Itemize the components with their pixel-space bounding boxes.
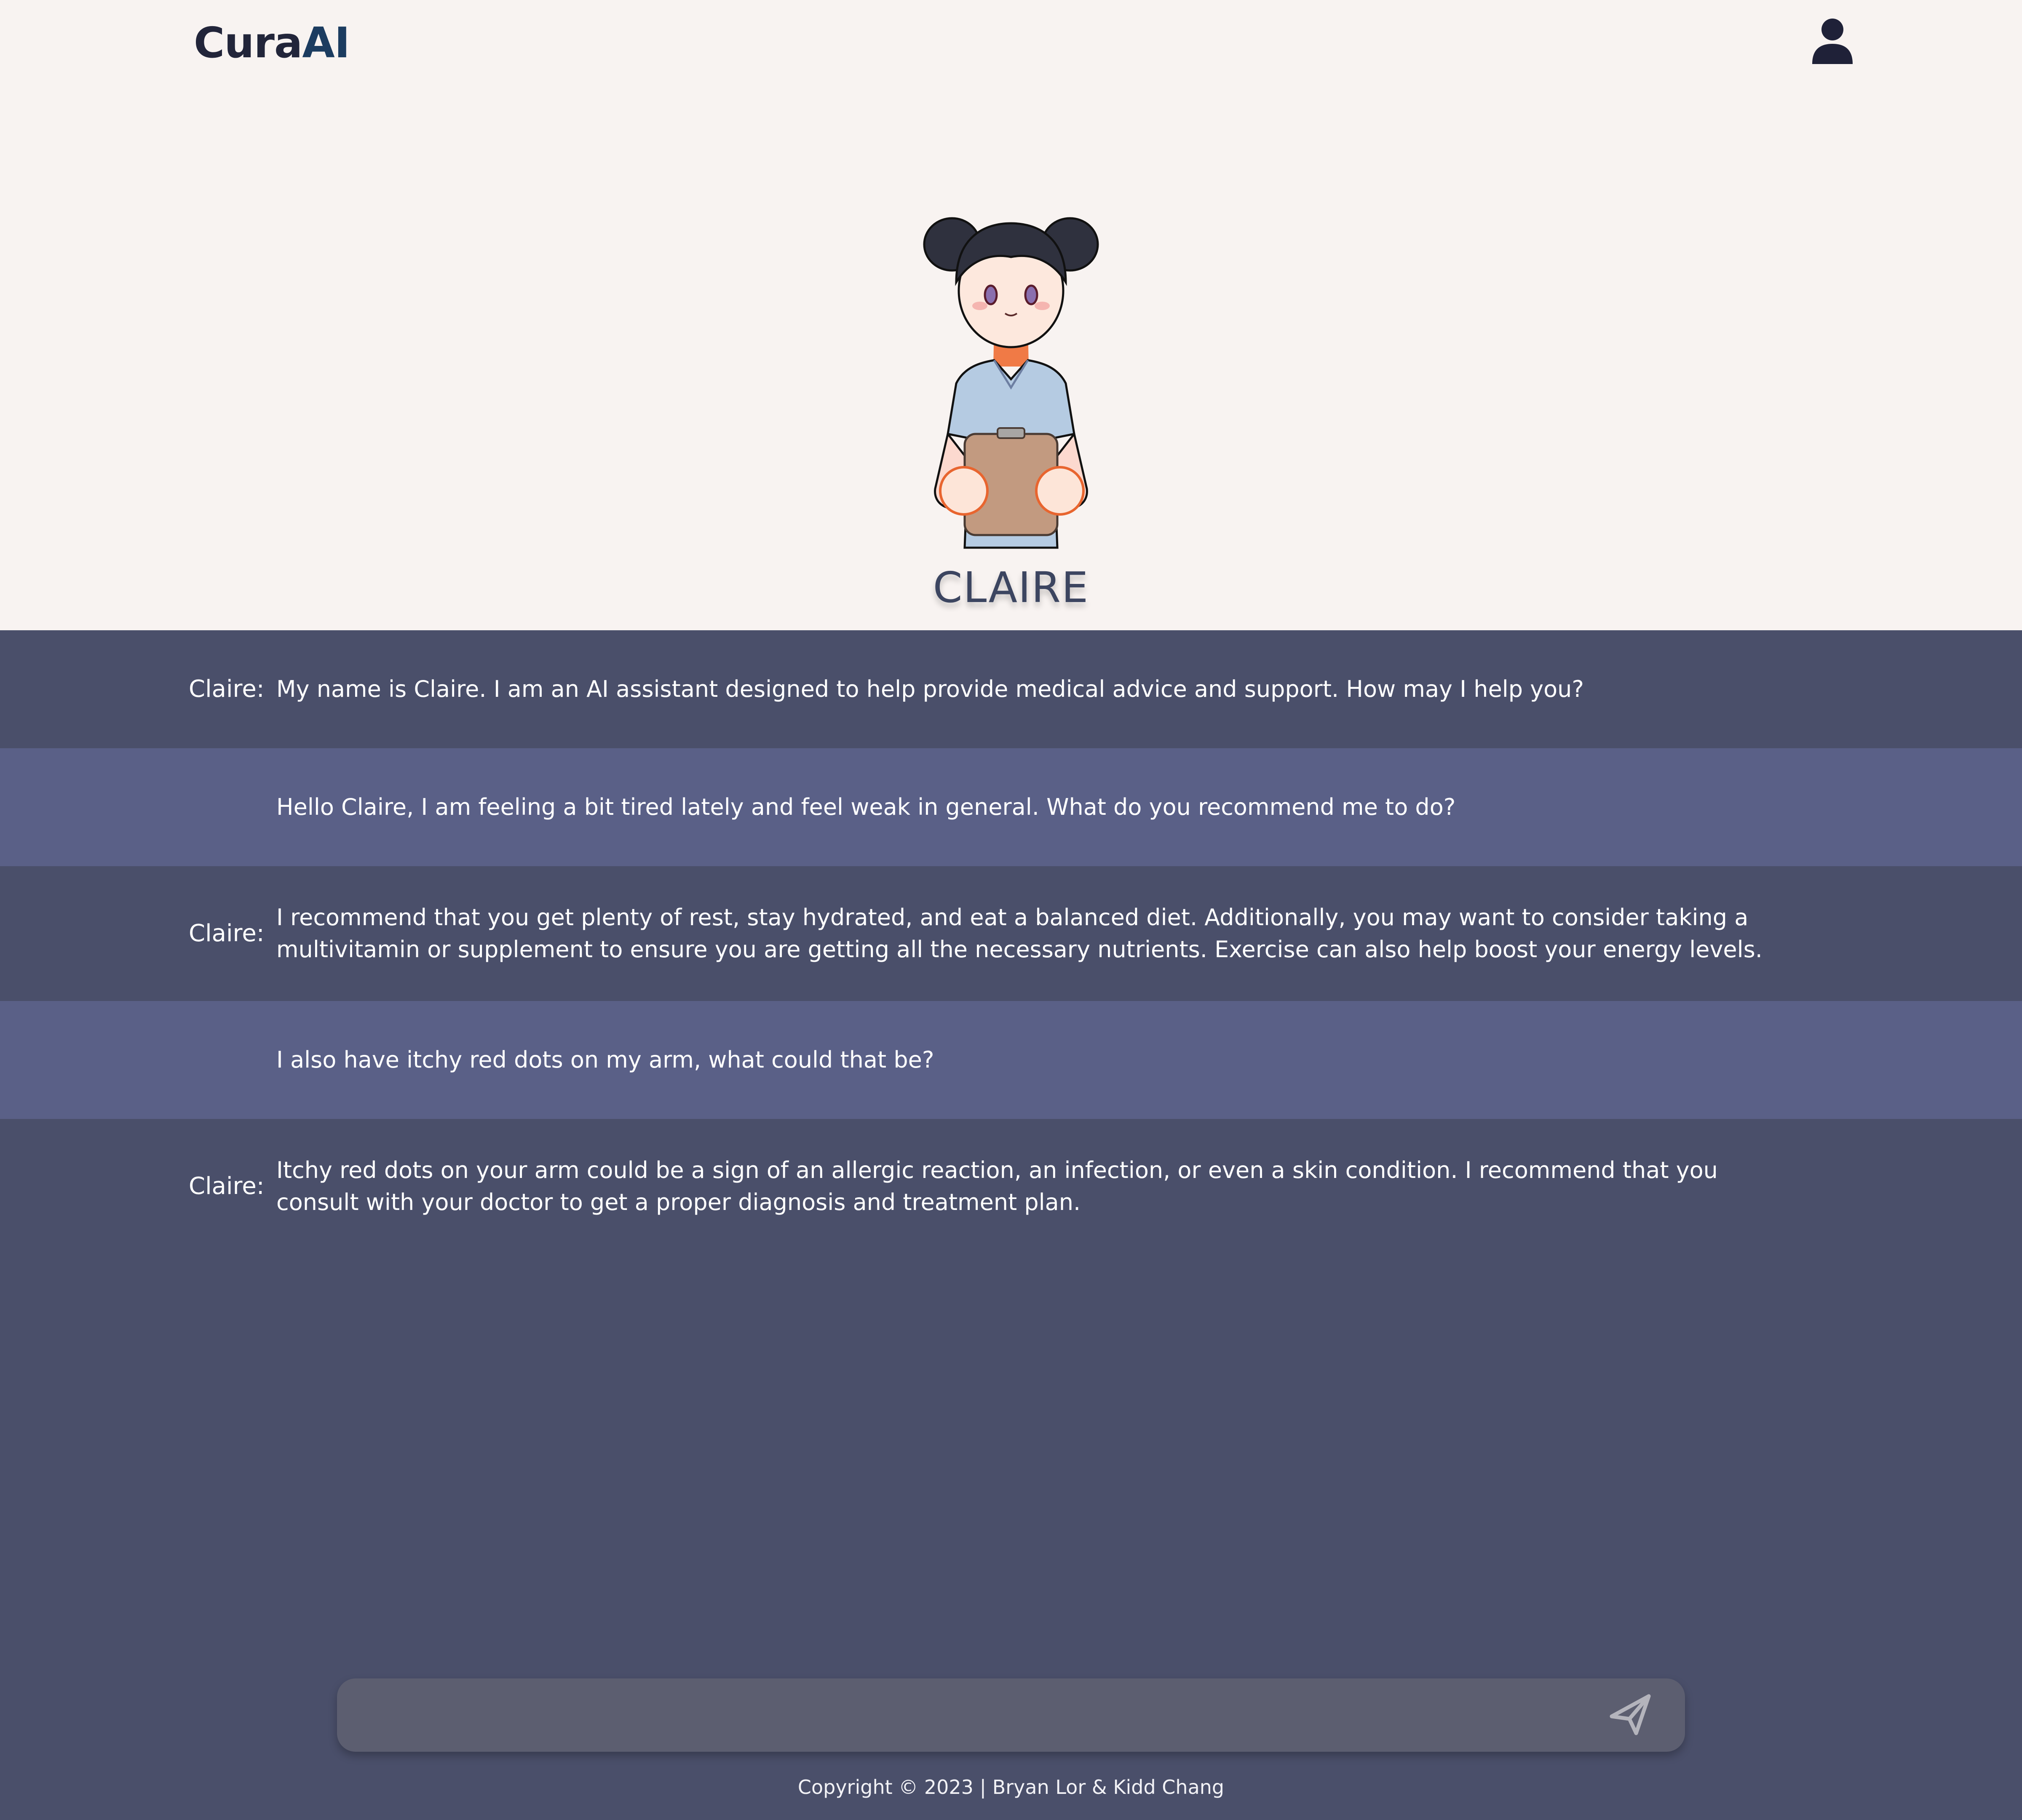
chat-log: Claire: My name is Claire. I am an AI as… — [0, 630, 2022, 1254]
message-speaker: Claire: — [189, 675, 265, 703]
message-speaker: Claire: — [189, 920, 265, 947]
message-text: My name is Claire. I am an AI assistant … — [276, 676, 1584, 702]
chat-message: Claire: I recommend that you get plenty … — [0, 866, 2022, 1001]
app-logo[interactable]: CuraAI — [194, 13, 350, 72]
message-input[interactable] — [362, 1678, 1586, 1753]
assistant-name: CLAIRE — [933, 563, 1089, 612]
chat-message: Claire: My name is Claire. I am an AI as… — [0, 630, 2022, 748]
message-text: I also have itchy red dots on my arm, wh… — [276, 1046, 934, 1073]
send-button[interactable] — [1607, 1691, 1653, 1737]
message-speaker: Claire: — [189, 1172, 265, 1200]
message-text: Itchy red dots on your arm could be a si… — [276, 1157, 1718, 1215]
footer-copyright: Copyright © 2023 | Bryan Lor & Kidd Chan… — [797, 1776, 1225, 1799]
chat-message: Hello Claire, I am feeling a bit tired l… — [0, 748, 2022, 866]
chat-message: I also have itchy red dots on my arm, wh… — [0, 1001, 2022, 1119]
message-text: Hello Claire, I am feeling a bit tired l… — [276, 794, 1456, 820]
user-icon — [1812, 19, 1853, 64]
chat-message: Claire: Itchy red dots on your arm could… — [0, 1119, 2022, 1254]
logo-text-ai: AI — [302, 18, 350, 67]
logo-text-cura: Cura — [194, 18, 302, 67]
assistant-avatar — [893, 198, 1129, 569]
header: CuraAI CLAIRE — [0, 0, 2022, 630]
message-text: I recommend that you get plenty of rest,… — [276, 904, 1763, 963]
message-composer — [337, 1678, 1685, 1753]
send-icon — [1610, 1694, 1651, 1735]
profile-button[interactable] — [1810, 17, 1855, 66]
